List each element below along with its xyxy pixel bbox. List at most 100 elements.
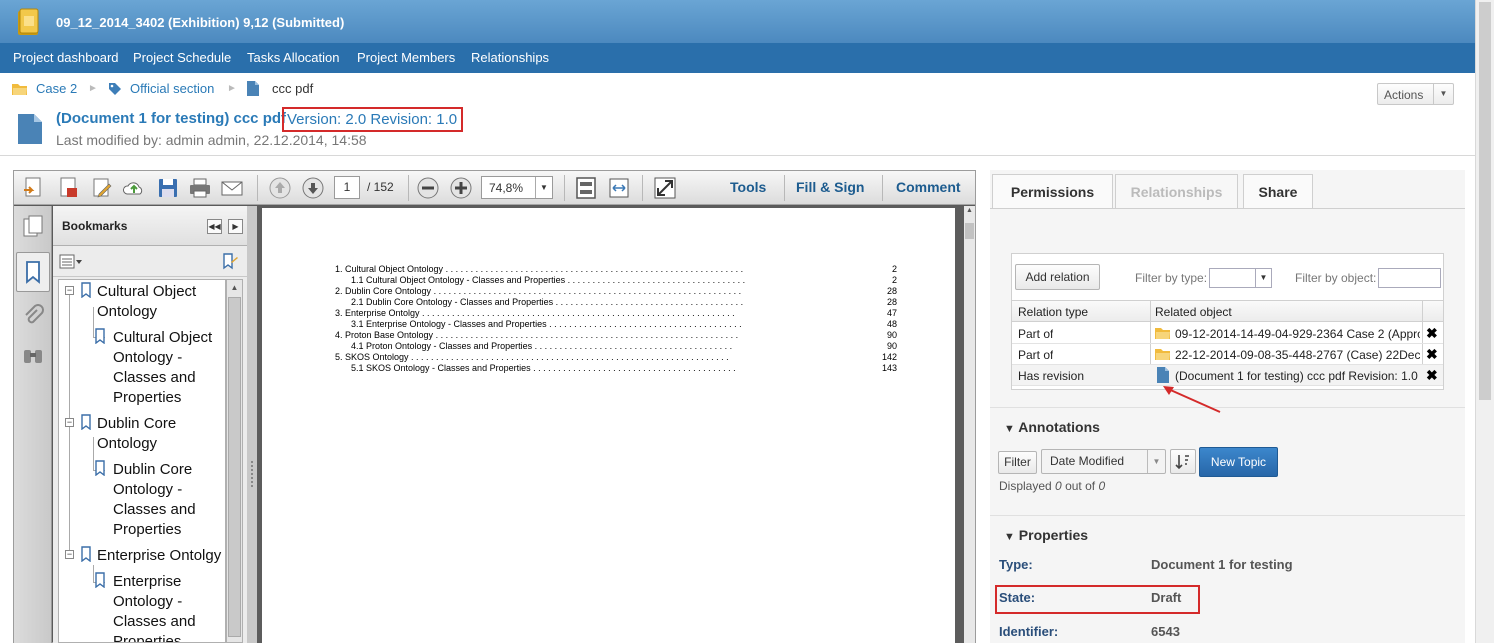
sort-order-button[interactable]: [1170, 449, 1196, 474]
breadcrumb-section[interactable]: Official section: [130, 81, 214, 96]
remove-relation-icon[interactable]: ✖: [1426, 326, 1438, 340]
nav-tasks-allocation[interactable]: Tasks Allocation: [247, 50, 340, 65]
toc-row[interactable]: 1. Cultural Object Ontology . . . . . . …: [335, 264, 897, 275]
bookmark-item[interactable]: Enterprise Ontolgy: [97, 546, 221, 566]
related-object-link[interactable]: 22-12-2014-09-08-35-448-2767 (Case) 22De…: [1175, 348, 1420, 362]
collapse-toggle-icon[interactable]: −: [65, 418, 74, 427]
related-object-link[interactable]: 09-12-2014-14-49-04-929-2364 Case 2 (App…: [1175, 327, 1420, 341]
attachment-icon[interactable]: [21, 304, 45, 328]
toc-text: 5. SKOS Ontology: [335, 352, 409, 362]
bookmark-line: Ontology: [97, 303, 158, 320]
toc-row[interactable]: 3.1 Enterprise Ontology - Classes and Pr…: [351, 319, 897, 330]
filter-object-input[interactable]: [1378, 268, 1441, 288]
property-value: Document 1 for testing: [1151, 557, 1293, 572]
page-scrollbar[interactable]: [1475, 0, 1494, 643]
breadcrumb-case[interactable]: Case 2: [36, 81, 77, 96]
nav-project-dashboard[interactable]: Project dashboard: [13, 50, 119, 65]
pane-splitter[interactable]: [247, 206, 257, 643]
previous-page-icon[interactable]: [268, 176, 292, 200]
sort-select[interactable]: Date Modified ▼: [1041, 449, 1166, 474]
bookmarks-scrollbar[interactable]: ▲: [226, 279, 243, 643]
table-row[interactable]: Part of 09-12-2014-14-49-04-929-2364 Cas…: [1012, 323, 1443, 344]
bookmark-item[interactable]: Enterprise Ontology - Classes and Proper…: [113, 572, 196, 642]
nav-relationships[interactable]: Relationships: [471, 50, 549, 65]
tools-button[interactable]: Tools: [730, 179, 766, 195]
bookmark-item[interactable]: Dublin Core Ontology - Classes and Prope…: [113, 460, 196, 540]
collapse-toggle-icon[interactable]: −: [65, 286, 74, 295]
filter-type-select[interactable]: ▼: [1209, 268, 1272, 288]
title-bar: 09_12_2014_3402 (Exhibition) 9,12 (Submi…: [0, 0, 1475, 43]
toc-row[interactable]: 5. SKOS Ontology . . . . . . . . . . . .…: [335, 352, 897, 363]
toc-page: 28: [886, 286, 897, 296]
open-file-icon[interactable]: [22, 176, 46, 200]
toc-page: 2: [891, 275, 897, 285]
toc-row[interactable]: 2.1 Dublin Core Ontology - Classes and P…: [351, 297, 897, 308]
zoom-in-icon[interactable]: [449, 176, 473, 200]
zoom-value: 74,8%: [489, 181, 524, 195]
zoom-select[interactable]: 74,8% ▼: [481, 176, 553, 199]
document-scrollbar[interactable]: ▲: [964, 206, 975, 643]
tab-permissions[interactable]: Permissions: [992, 174, 1113, 209]
tab-relationships[interactable]: Relationships: [1115, 174, 1238, 209]
comment-button[interactable]: Comment: [896, 179, 961, 195]
zoom-out-icon[interactable]: [416, 176, 440, 200]
column-header-relation-type[interactable]: Relation type: [1018, 305, 1088, 319]
save-icon[interactable]: [156, 176, 180, 200]
fit-page-icon[interactable]: [574, 176, 598, 200]
viewer-toolbar: 1 / 152 74,8% ▼ Tools Fill & Sign Commen…: [14, 171, 975, 205]
toc-row[interactable]: 3. Enterprise Ontolgy . . . . . . . . . …: [335, 308, 897, 319]
tab-share[interactable]: Share: [1243, 174, 1313, 209]
bookmark-icon[interactable]: [21, 260, 45, 284]
toc-page: 90: [886, 341, 897, 351]
toc-text: 5.1 SKOS Ontology - Classes and Properti…: [351, 363, 531, 373]
remove-relation-icon[interactable]: ✖: [1426, 368, 1438, 382]
page-number-input[interactable]: 1: [334, 176, 360, 199]
toc-row[interactable]: 2. Dublin Core Ontology . . . . . . . . …: [335, 286, 897, 297]
toc-row[interactable]: 5.1 SKOS Ontology - Classes and Properti…: [351, 363, 897, 374]
print-icon[interactable]: [188, 176, 212, 200]
fullscreen-icon[interactable]: [653, 176, 677, 200]
filter-button[interactable]: Filter: [998, 451, 1037, 474]
fill-sign-button[interactable]: Fill & Sign: [796, 179, 864, 195]
cloud-upload-icon[interactable]: [122, 176, 146, 200]
scroll-up-icon[interactable]: ▲: [227, 280, 242, 295]
expand-panel-icon[interactable]: ▶: [228, 219, 243, 234]
document-icon: [1157, 367, 1169, 383]
email-icon[interactable]: [220, 176, 244, 200]
page-scrollbar-thumb[interactable]: [1479, 2, 1491, 400]
collapse-panel-icon[interactable]: ◀◀: [207, 219, 222, 234]
related-object-link[interactable]: (Document 1 for testing) ccc pdf Revisio…: [1175, 369, 1420, 383]
filter-object-label: Filter by object:: [1295, 271, 1377, 285]
next-page-icon[interactable]: [301, 176, 325, 200]
edit-icon[interactable]: [90, 176, 114, 200]
bookmark-options-icon[interactable]: [59, 254, 83, 270]
table-row[interactable]: Part of 22-12-2014-09-08-35-448-2767 (Ca…: [1012, 344, 1443, 365]
bookmarks-scrollbar-thumb[interactable]: [228, 297, 241, 637]
fit-width-icon[interactable]: [607, 176, 631, 200]
new-topic-button[interactable]: New Topic: [1199, 447, 1278, 477]
add-relation-button[interactable]: Add relation: [1015, 264, 1100, 290]
scroll-up-icon[interactable]: ▲: [964, 207, 975, 214]
nav-project-schedule[interactable]: Project Schedule: [133, 50, 231, 65]
bookmark-item[interactable]: Cultural Object Ontology - Classes and P…: [113, 328, 212, 408]
folder-icon: [1155, 349, 1170, 360]
page-thumbnails-icon[interactable]: [21, 214, 45, 238]
actions-dropdown[interactable]: Actions ▼: [1377, 83, 1454, 105]
toc-row[interactable]: 4. Proton Base Ontology . . . . . . . . …: [335, 330, 897, 341]
new-bookmark-icon[interactable]: [221, 253, 239, 271]
bookmark-item[interactable]: Dublin Core Ontology: [97, 414, 176, 454]
bookmark-item[interactable]: Cultural Object Ontology: [97, 282, 196, 322]
binoculars-icon[interactable]: [21, 344, 45, 368]
relation-type-cell: Part of: [1018, 327, 1054, 341]
properties-section-header[interactable]: ▼ Properties: [1004, 527, 1088, 543]
collapse-toggle-icon[interactable]: −: [65, 550, 74, 559]
table-row[interactable]: Has revision (Document 1 for testing) cc…: [1012, 365, 1443, 386]
column-header-related-object[interactable]: Related object: [1155, 305, 1232, 319]
toc-row[interactable]: 4.1 Proton Ontology - Classes and Proper…: [351, 341, 897, 352]
remove-relation-icon[interactable]: ✖: [1426, 347, 1438, 361]
nav-project-members[interactable]: Project Members: [357, 50, 455, 65]
document-scrollbar-thumb[interactable]: [965, 223, 974, 239]
annotations-section-header[interactable]: ▼ Annotations: [1004, 419, 1100, 435]
toc-row[interactable]: 1.1 Cultural Object Ontology - Classes a…: [351, 275, 897, 286]
create-pdf-icon[interactable]: [56, 176, 80, 200]
